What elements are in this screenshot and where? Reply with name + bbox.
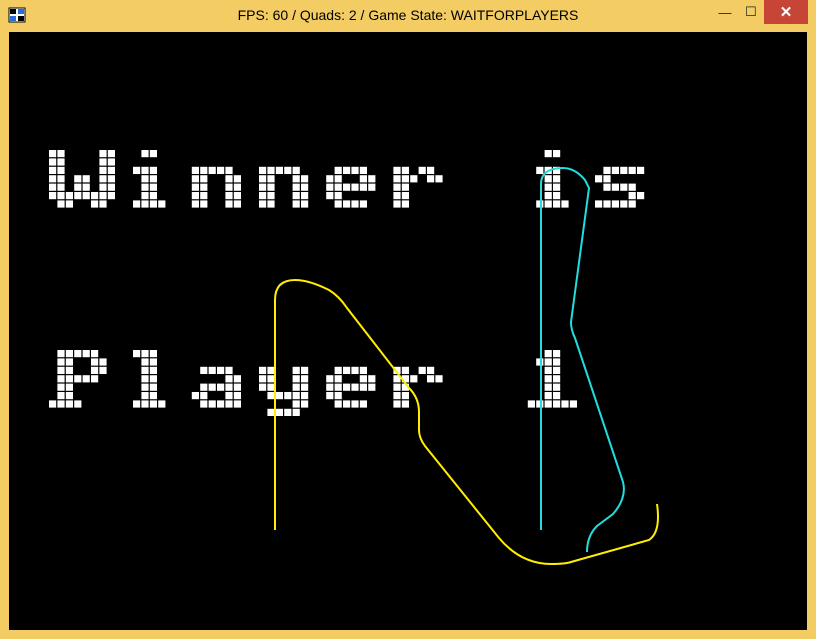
winner-line2-char [326,366,376,408]
winner-line2-char [191,366,241,408]
winner-line1-char [191,166,241,208]
winner-line2-char [259,366,309,416]
game-window: FPS: 60 / Quads: 2 / Game State: WAITFOR… [0,0,816,639]
winner-line1-char [133,150,166,208]
winner-line2-char [49,350,107,408]
winner-line1-char [326,166,376,208]
winner-line1-char [259,166,309,208]
game-viewport[interactable] [9,32,807,630]
window-title: FPS: 60 / Quads: 2 / Game State: WAITFOR… [237,7,579,23]
close-button[interactable]: ✕ [764,0,808,24]
winner-line2-char [133,350,166,408]
minimize-icon: — [718,4,732,20]
winner-line1-char [393,166,443,208]
winner-message-line2 [49,350,577,416]
winner-message-line1 [49,150,645,208]
maximize-button[interactable]: ☐ [738,0,764,24]
title-bar[interactable]: FPS: 60 / Quads: 2 / Game State: WAITFOR… [0,0,816,32]
winner-line1-char [595,166,645,208]
close-icon: ✕ [779,4,793,21]
winner-line2-char [527,350,577,408]
winner-line1-char [49,150,115,208]
player1-trail [274,278,659,566]
maximize-icon: ☐ [745,4,757,19]
minimize-button[interactable]: — [712,0,738,24]
game-canvas [49,150,659,566]
